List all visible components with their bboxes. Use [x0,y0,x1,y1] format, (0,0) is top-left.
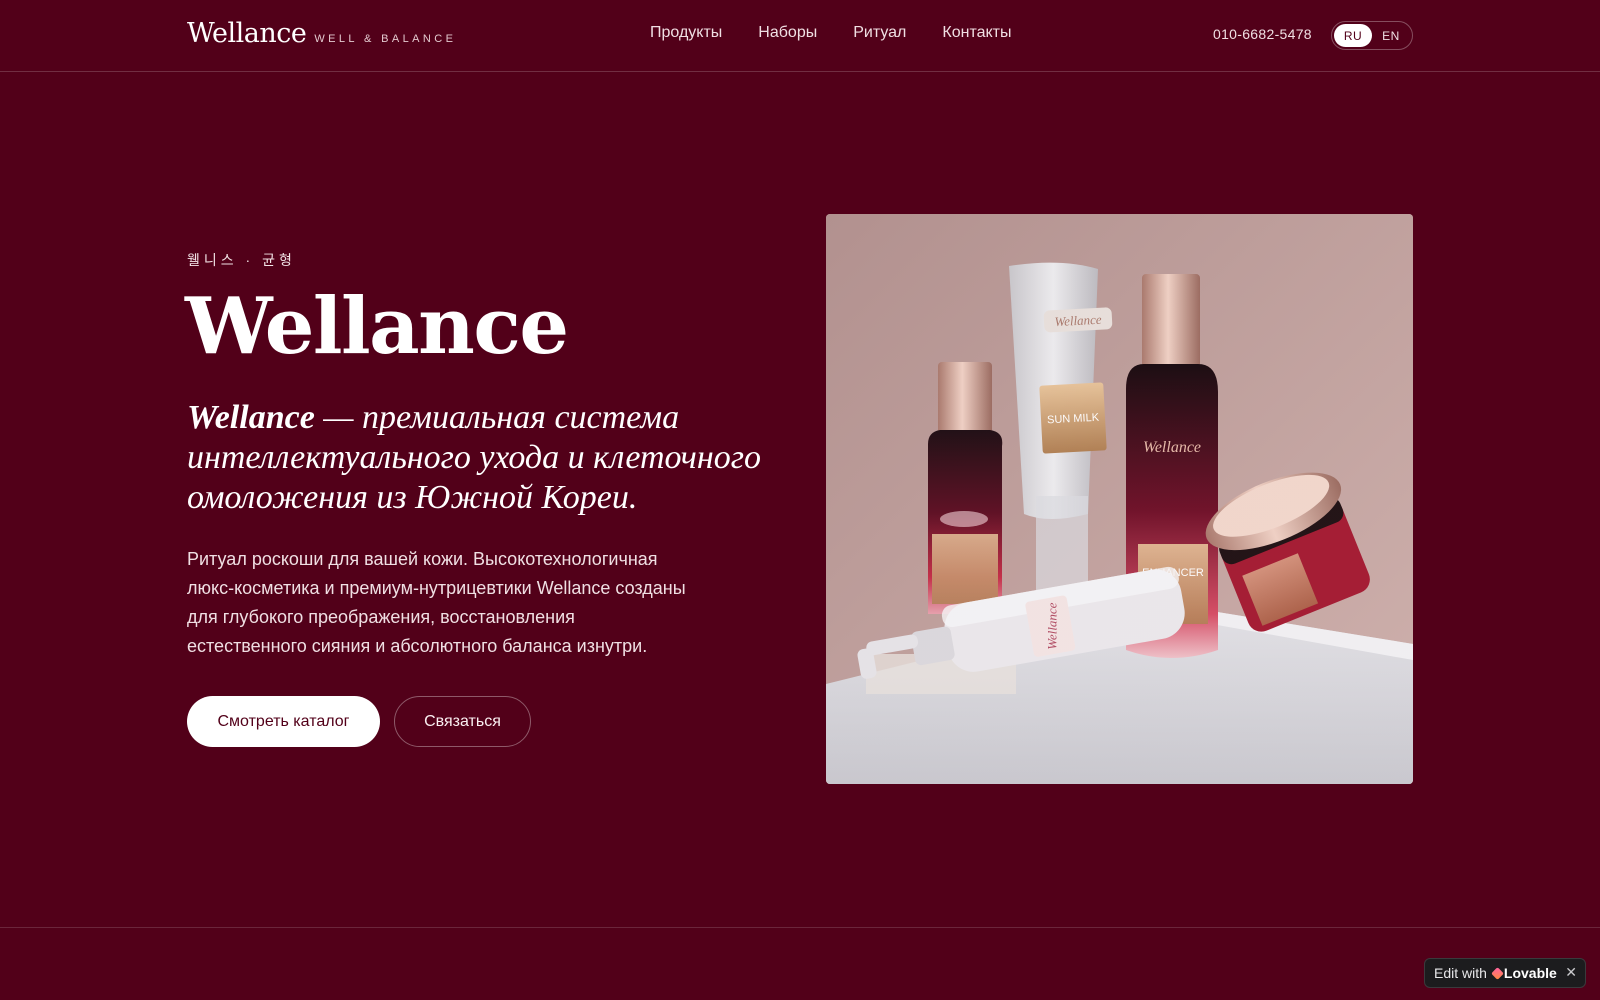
nav-item-ritual[interactable]: Ритуал [853,24,906,42]
language-en-button[interactable]: EN [1372,24,1410,47]
hero-product-image: Wellance SUN MILK Wellance ENHANCER [826,214,1413,784]
edit-with-lovable-badge[interactable]: Edit with Lovable ✕ [1424,958,1586,988]
nav-item-products[interactable]: Продукты [650,24,722,42]
nav-item-contacts[interactable]: Контакты [942,24,1011,42]
site-header: Wellance WELL & BALANCE Продукты Наборы … [0,0,1600,72]
logo[interactable]: Wellance WELL & BALANCE [187,18,456,49]
main-nav: Продукты Наборы Ритуал Контакты [650,24,1012,42]
language-ru-button[interactable]: RU [1334,24,1372,47]
section-divider [0,927,1600,928]
hero-subtitle-brand: Wellance [187,399,315,436]
hero-description: Ритуал роскоши для вашей кожи. Высокотех… [187,549,686,656]
phone-number[interactable]: 010-6682-5478 [1213,26,1312,42]
logo-wordmark: Wellance [187,18,307,49]
logo-tagline: WELL & BALANCE [314,33,457,45]
hero-title: Wellance [185,281,569,372]
view-catalog-button[interactable]: Смотреть каталог [187,696,380,747]
hero-subtitle: Wellance — премиальная система интеллект… [187,398,767,518]
badge-prefix: Edit with [1434,965,1487,981]
language-switcher: RU EN [1331,21,1413,50]
nav-item-sets[interactable]: Наборы [758,24,817,42]
close-icon[interactable]: ✕ [1565,964,1577,981]
hero-eyebrow: 웰니스 · 균형 [187,252,296,268]
contact-button[interactable]: Связаться [394,696,531,747]
lovable-heart-icon [1491,966,1504,980]
badge-brand: Lovable [1503,965,1557,981]
